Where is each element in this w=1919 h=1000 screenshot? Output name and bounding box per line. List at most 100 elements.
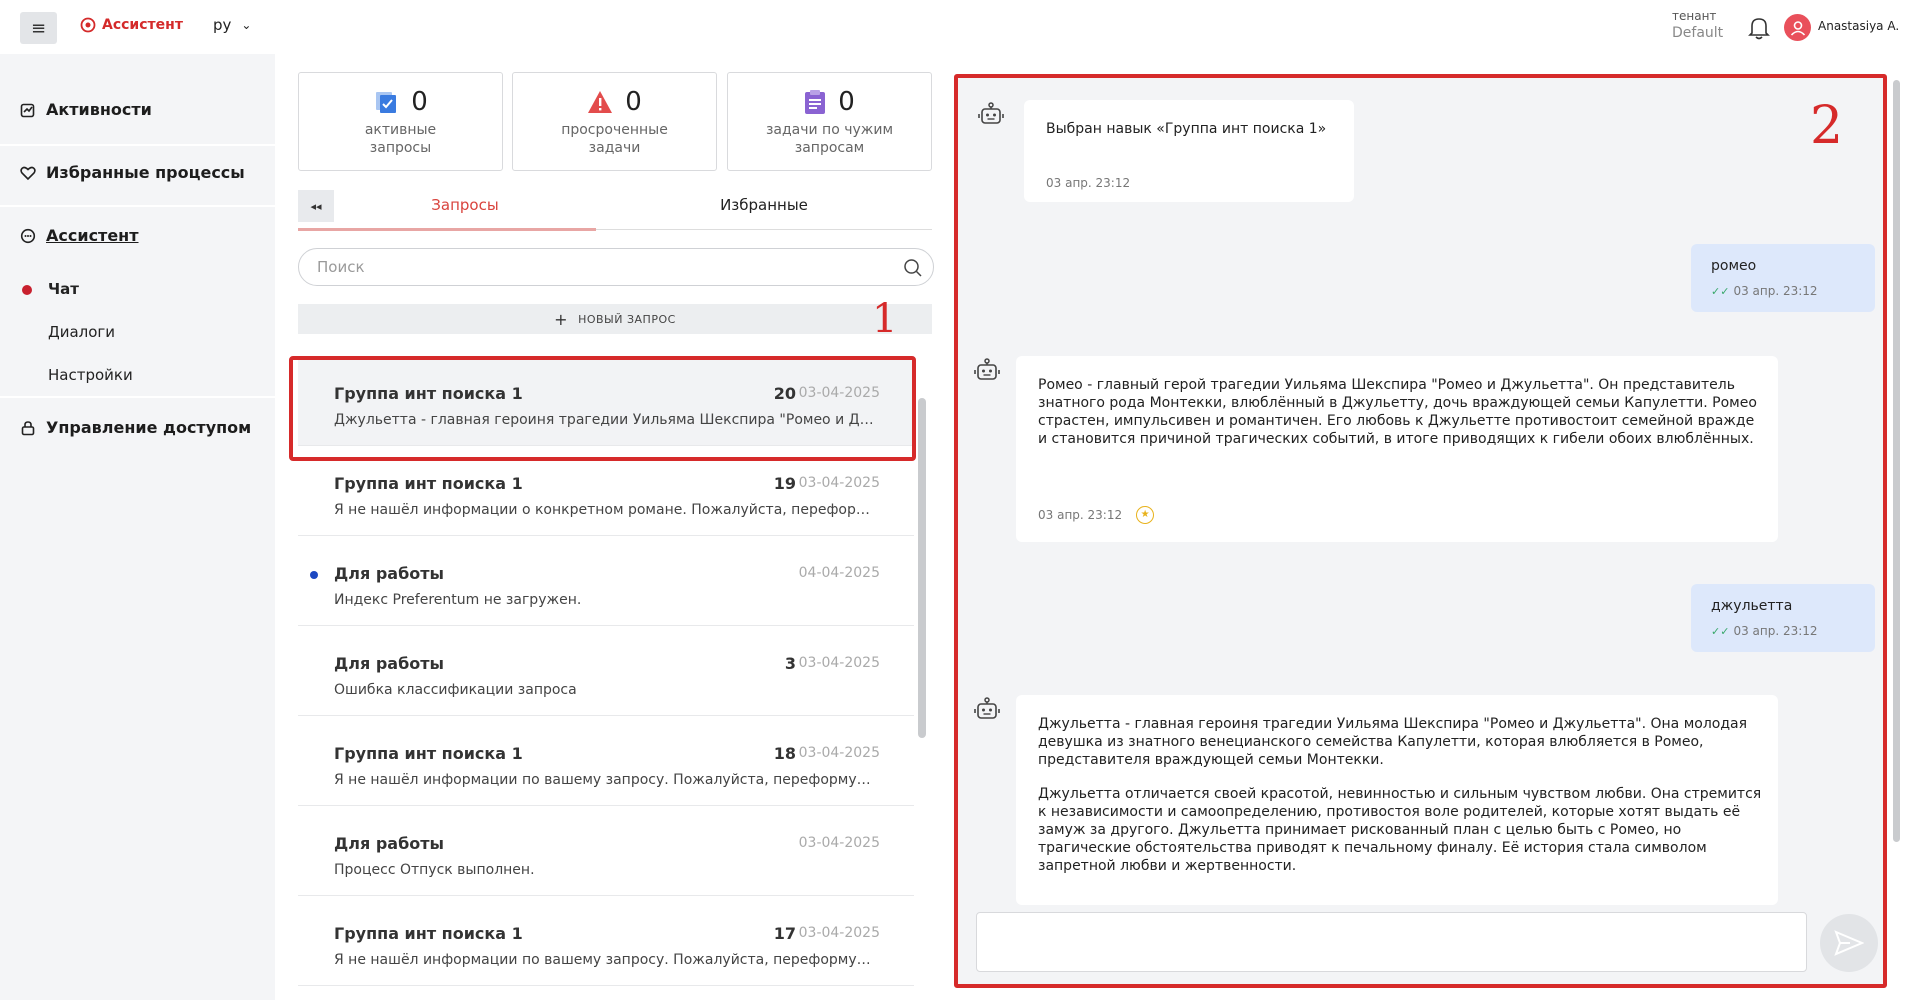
sidebar-item-access-management[interactable]: Управление доступом	[20, 418, 251, 437]
sidebar-item-label: Управление доступом	[46, 418, 252, 437]
message-time: 03 апр. 23:12	[1046, 176, 1131, 190]
user-message: ромео ✓✓ 03 апр. 23:12	[1691, 244, 1875, 312]
star-rating-icon[interactable]: ★	[1136, 506, 1155, 524]
request-preview: Ошибка классификации запроса	[334, 682, 577, 698]
list-scrollbar[interactable]	[918, 398, 926, 738]
tenant-info[interactable]: тенант Default	[1672, 9, 1723, 41]
highlight-frame-selected-request	[289, 356, 916, 461]
sidebar-subitem-dialogs[interactable]: Диалоги	[48, 323, 115, 341]
activity-icon	[20, 103, 35, 117]
assistant-logo-icon	[80, 17, 96, 33]
sidebar-subitem-settings[interactable]: Настройки	[48, 366, 133, 384]
message-input[interactable]	[977, 913, 1806, 971]
robot-icon	[974, 697, 1000, 727]
sidebar-item-favorite-processes[interactable]: Избранные процессы	[20, 163, 245, 182]
new-request-button[interactable]: + НОВЫЙ ЗАПРОС	[298, 304, 932, 334]
brand-logo[interactable]: Ассистент	[80, 17, 183, 33]
tab-underline	[596, 229, 932, 230]
message-text: Выбран навык «Группа инт поиска 1»	[1046, 121, 1327, 137]
collapse-panel-button[interactable]: ◂◂	[298, 190, 334, 222]
send-button[interactable]	[1820, 914, 1878, 972]
stat-value: 0	[625, 87, 642, 117]
stat-tasks-foreign-requests[interactable]: 0 задачи по чужим запросам	[727, 72, 932, 171]
stat-value: 0	[411, 87, 428, 117]
sidebar-item-activities[interactable]: Активности	[20, 100, 152, 119]
request-count: 3	[784, 654, 796, 673]
request-title: Группа инт поиска 1	[334, 474, 523, 493]
list-item[interactable]: Для работы 04-04-2025 Индекс Preferentum…	[298, 536, 914, 626]
stat-label-line: просроченные	[561, 122, 668, 138]
message-text-paragraph-2: Джульетта отличается своей красотой, нев…	[1038, 786, 1762, 874]
message-text: Джульетта - главная героиня трагедии Уил…	[1038, 716, 1748, 768]
sidebar-item-label: Активности	[46, 100, 152, 119]
user-name[interactable]: Anastasiya A.	[1818, 19, 1899, 33]
message-text: Ромео - главный герой трагедии Уильяма Ш…	[1038, 377, 1757, 447]
stat-label-line: запросы	[369, 140, 432, 156]
user-icon	[1790, 20, 1805, 36]
menu-toggle-button[interactable]: ≡	[20, 12, 57, 44]
robot-icon	[974, 358, 1000, 388]
message-status: ✓✓ 03 апр. 23:12	[1711, 284, 1818, 298]
message-footer: 03 апр. 23:12 ★	[1038, 506, 1155, 524]
message-time: 03 апр. 23:12	[1733, 284, 1818, 298]
chat-bubble-icon	[20, 228, 36, 243]
request-preview: Я не нашёл информации по вашему запросу.…	[334, 952, 879, 968]
warning-icon	[588, 91, 613, 113]
request-preview: Я не нашёл информации о конкретном роман…	[334, 502, 879, 518]
list-item[interactable]: Группа инт поиска 1 17 03-04-2025 Я не н…	[298, 896, 914, 986]
language-selector[interactable]: ру ⌄	[213, 16, 251, 34]
sidebar-subitem-chat[interactable]: Чат	[48, 280, 79, 298]
list-item[interactable]: Группа инт поиска 1 18 03-04-2025 Я не н…	[298, 716, 914, 806]
sidebar-divider	[0, 396, 275, 398]
request-count: 19	[773, 474, 796, 493]
request-count: 17	[773, 924, 796, 943]
request-date: 04-04-2025	[798, 565, 880, 581]
stat-label: задачи по чужим запросам	[728, 121, 931, 157]
clipboard-icon	[805, 90, 826, 114]
tab-active-underline	[298, 228, 596, 231]
active-indicator-dot	[22, 285, 32, 295]
request-date: 03-04-2025	[798, 655, 880, 671]
annotation-marker-2: 2	[1810, 96, 1844, 156]
bot-message: Ромео - главный герой трагедии Уильяма Ш…	[1016, 356, 1778, 542]
chat-panel: 2 Выбран навык «Группа инт поиска 1» 03 …	[954, 74, 1887, 988]
stat-overdue-tasks[interactable]: 0 просроченные задачи	[512, 72, 717, 171]
user-message: джульетта ✓✓ 03 апр. 23:12	[1691, 584, 1875, 652]
sidebar-divider	[0, 205, 275, 207]
plus-icon: +	[554, 309, 569, 329]
request-date: 03-04-2025	[798, 835, 880, 851]
request-title: Группа инт поиска 1	[334, 924, 523, 943]
chat-scrollbar[interactable]	[1893, 80, 1900, 842]
message-time: 03 апр. 23:12	[1733, 624, 1818, 638]
stat-label-line: запросам	[794, 140, 865, 156]
request-date: 03-04-2025	[798, 475, 880, 491]
bot-message: Выбран навык «Группа инт поиска 1» 03 ап…	[1024, 100, 1354, 202]
hamburger-icon: ≡	[30, 17, 47, 39]
checklist-icon	[376, 92, 397, 113]
sidebar-divider	[0, 144, 275, 146]
tenant-label: тенант	[1672, 9, 1717, 23]
request-preview: Я не нашёл информации по вашему запросу.…	[334, 772, 879, 788]
stat-active-requests[interactable]: 0 активные запросы	[298, 72, 503, 171]
list-item[interactable]: Для работы 03-04-2025 Процесс Отпуск вып…	[298, 806, 914, 896]
search-input[interactable]	[317, 258, 877, 276]
language-value: ру	[213, 16, 232, 34]
tab-favorites[interactable]: Избранные	[596, 196, 932, 214]
robot-icon	[978, 102, 1004, 132]
avatar[interactable]	[1784, 14, 1811, 41]
message-text: ромео	[1711, 258, 1757, 274]
unread-dot	[310, 571, 318, 579]
search-icon[interactable]	[903, 258, 923, 282]
bell-icon[interactable]	[1748, 16, 1770, 44]
tab-requests[interactable]: Запросы	[334, 196, 596, 214]
search-box	[298, 248, 934, 286]
list-item[interactable]: Для работы 3 03-04-2025 Ошибка классифик…	[298, 626, 914, 716]
bot-message: Джульетта - главная героиня трагедии Уил…	[1016, 695, 1778, 905]
tenant-value: Default	[1672, 25, 1724, 41]
stat-label: активные запросы	[299, 121, 502, 157]
stat-label-line: активные	[364, 122, 437, 138]
sidebar-item-label: Ассистент	[46, 226, 139, 245]
request-title: Для работы	[334, 564, 444, 583]
sidebar-item-assistant[interactable]: Ассистент	[20, 226, 139, 245]
stat-label-line: задачи	[588, 140, 641, 156]
